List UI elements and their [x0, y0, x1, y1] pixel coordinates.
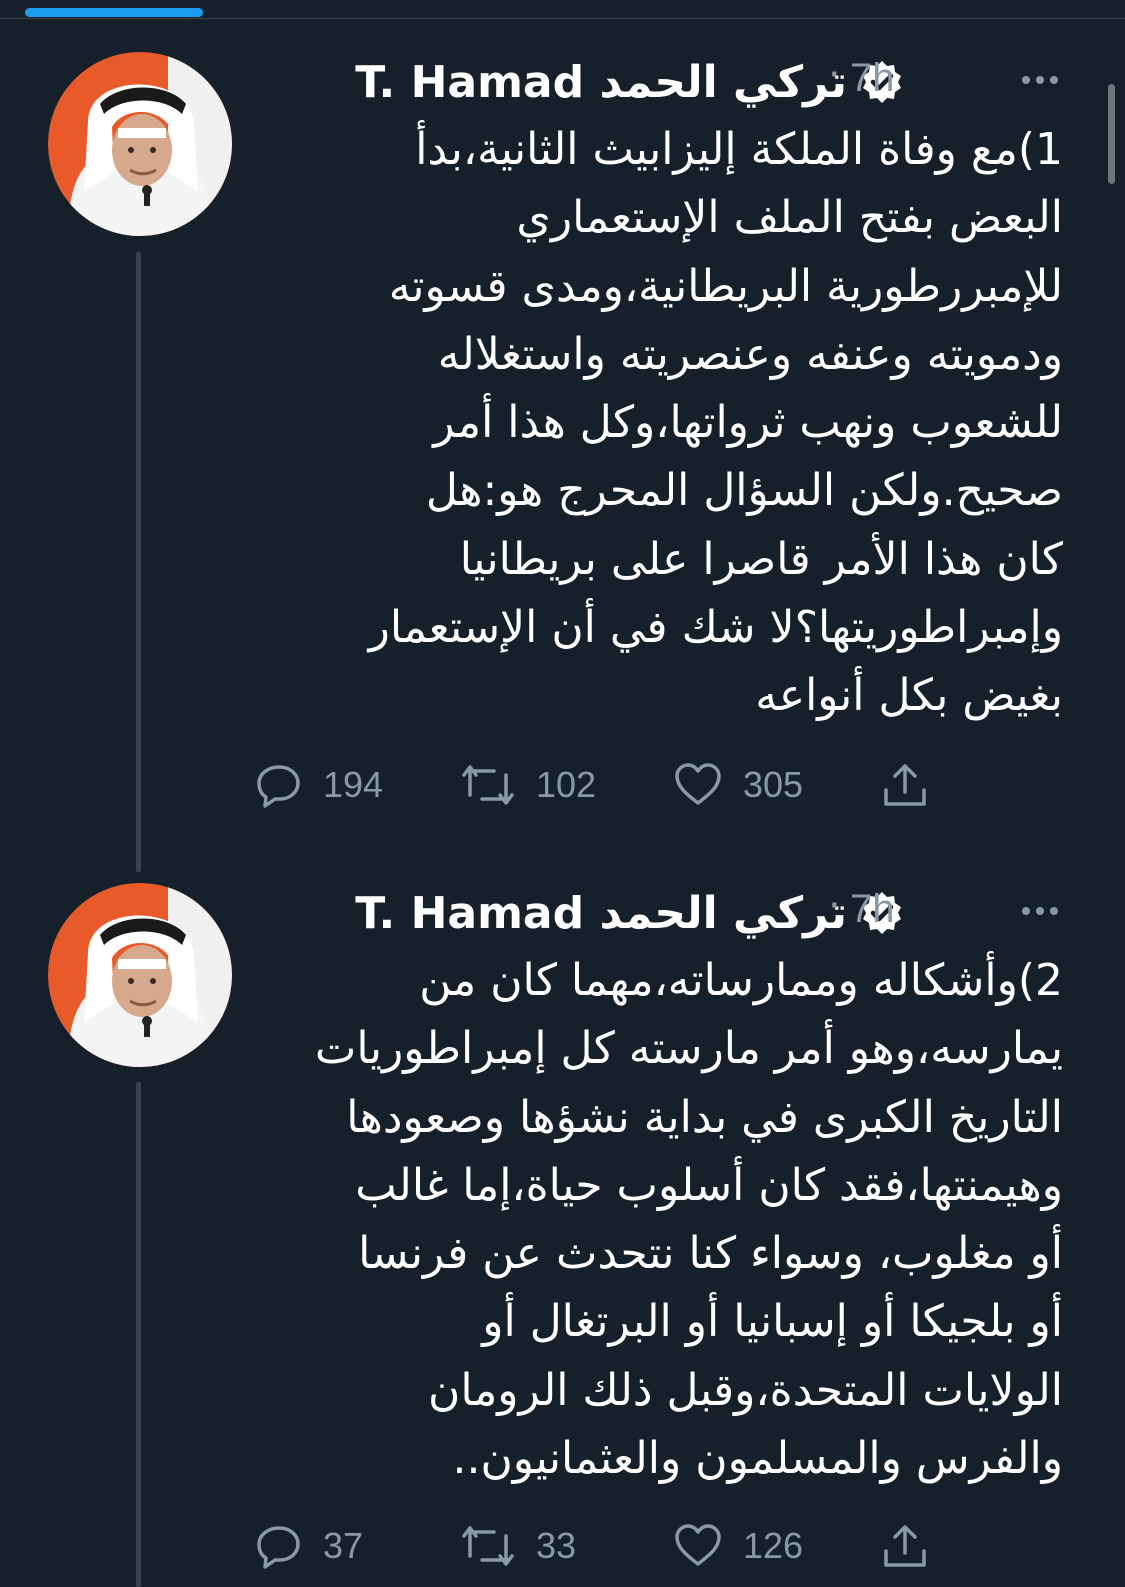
tweet-text-line: والفرس والمسلمون والعثمانيون..: [452, 1433, 1063, 1485]
tweet[interactable]: تركي الحمد T. Hamad · 7h 2)وأشكاله وممار…: [0, 883, 1125, 1587]
share-button[interactable]: [880, 1521, 930, 1571]
tweet-text-line: ودمويته وعنفه وعنصريته واستغلاله: [437, 328, 1063, 380]
like-button[interactable]: 305: [673, 760, 803, 810]
tweet-text-line: للشعوب ونهب ثرواتها،وكل هذا أمر: [433, 397, 1063, 449]
more-options-icon[interactable]: [1018, 891, 1062, 931]
avatar[interactable]: [48, 883, 232, 1067]
avatar[interactable]: [48, 52, 232, 236]
retweet-icon: [462, 1526, 514, 1566]
tweet-text-line: 2)وأشكاله وممارساته،مهما كان من: [419, 955, 1063, 1006]
tweet-text: 1)مع وفاة الملكة إليزابيث الثانية،بدأ ال…: [243, 116, 1063, 731]
like-icon: [675, 1524, 721, 1566]
tweet-header: تركي الحمد T. Hamad: [355, 52, 905, 112]
tweet-text-line: يمارسه،وهو أمر مارسته كل إمبراطوريات: [314, 1023, 1063, 1075]
share-icon: [884, 1525, 926, 1567]
retweet-button[interactable]: 33: [460, 1521, 576, 1571]
retweet-icon: [462, 765, 514, 805]
loading-progress-bar: [25, 8, 203, 17]
author-name[interactable]: تركي الحمد T. Hamad: [355, 888, 847, 939]
tweet-text-line: أو بلجيكا أو إسبانيا أو البرتغال أو: [482, 1296, 1063, 1348]
reply-icon: [257, 1526, 300, 1569]
retweet-button[interactable]: 102: [460, 760, 596, 810]
like-count: 126: [743, 1525, 804, 1566]
tweet-text-line: للإمبررطورية البريطانية،ومدى قسوته: [388, 260, 1063, 312]
share-button[interactable]: [880, 760, 930, 810]
retweet-count: 33: [536, 1525, 577, 1566]
tweet-text-line: صحيح.ولكن السؤال المحرج هو:هل: [425, 465, 1063, 517]
tweet-text-line: كان هذا الأمر قاصرا على بريطانيا: [459, 533, 1063, 585]
retweet-count: 102: [536, 764, 597, 805]
reply-icon: [257, 765, 300, 808]
tweet-timestamp[interactable]: 7h: [850, 887, 895, 932]
like-count: 305: [743, 764, 804, 805]
reply-count: 194: [323, 764, 384, 805]
top-divider: [0, 18, 1125, 19]
twitter-thread-screen: تركي الحمد T. Hamad · 7h 1)مع وفاة الملك…: [0, 0, 1125, 1587]
separator-dot: ·: [828, 52, 841, 98]
like-button[interactable]: 126: [673, 1521, 803, 1571]
reply-button[interactable]: 194: [255, 760, 383, 810]
share-icon: [884, 764, 926, 806]
separator-dot: ·: [828, 883, 841, 929]
tweet-actions: 37 33 126: [255, 1521, 955, 1571]
reply-button[interactable]: 37: [255, 1521, 363, 1571]
tweet-text-line: بغيض بكل أنواعه: [755, 670, 1063, 722]
tweet-text-line: أو مغلوب، وسواء كنا نتحدث عن فرنسا: [358, 1228, 1063, 1280]
tweet-timestamp[interactable]: 7h: [850, 56, 895, 101]
tweet-text: 2)وأشكاله وممارساته،مهما كان من يمارسه،و…: [243, 947, 1063, 1493]
tweet-text-line: البعض بفتح الملف الإستعماري: [516, 192, 1063, 244]
tweet-text-line: وإمبراطوريتها؟لا شك في أن الإستعمار: [368, 602, 1063, 654]
more-options-icon[interactable]: [1018, 60, 1062, 100]
reply-count: 37: [323, 1525, 364, 1566]
tweet-text-line: وهيمنتها،فقد كان أسلوب حياة،إما غالب: [355, 1159, 1063, 1211]
tweet-actions: 194 102 305: [255, 760, 955, 810]
tweet-text-line: 1)مع وفاة الملكة إليزابيث الثانية،بدأ: [415, 124, 1063, 175]
tweet-header: تركي الحمد T. Hamad: [355, 883, 905, 943]
author-name[interactable]: تركي الحمد T. Hamad: [355, 57, 847, 108]
like-icon: [675, 763, 721, 805]
tweet-text-line: الولايات المتحدة،وقبل ذلك الرومان: [428, 1364, 1063, 1416]
tweet[interactable]: تركي الحمد T. Hamad · 7h 1)مع وفاة الملك…: [0, 52, 1125, 832]
tweet-text-line: التاريخ الكبرى في بداية نشؤها وصعودها: [346, 1091, 1063, 1143]
